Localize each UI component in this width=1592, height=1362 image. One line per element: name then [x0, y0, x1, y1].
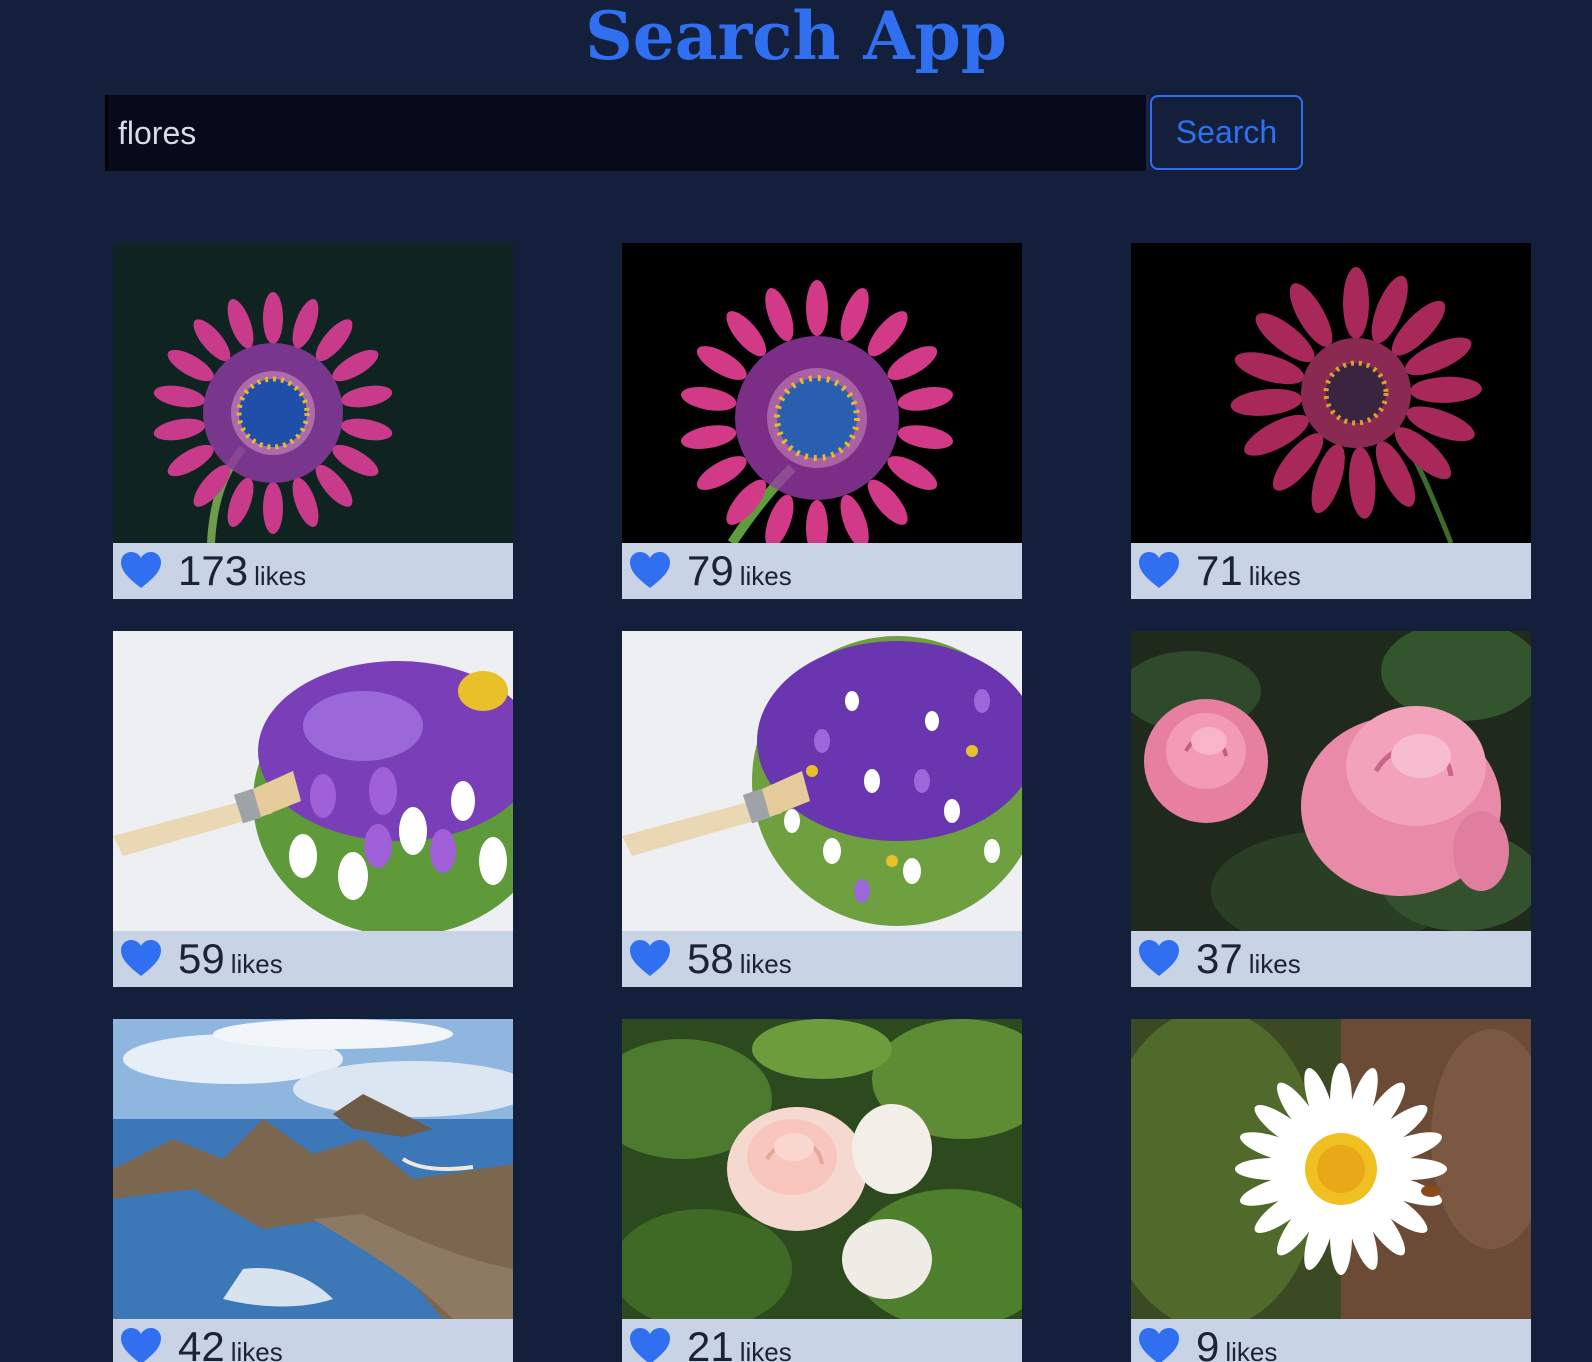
- result-card[interactable]: 71 likes: [1131, 243, 1531, 599]
- like-count: 58 likes: [687, 935, 792, 987]
- likes-label: likes: [254, 561, 307, 591]
- heart-icon[interactable]: [629, 1327, 671, 1362]
- likes-label: likes: [1225, 1337, 1278, 1362]
- result-photo[interactable]: [113, 1019, 513, 1319]
- likes-bar: 37 likes: [1131, 931, 1531, 987]
- result-card[interactable]: 173 likes: [113, 243, 513, 599]
- result-photo[interactable]: [1131, 631, 1531, 931]
- result-card[interactable]: 37 likes: [1131, 631, 1531, 987]
- painting-photo-icon: [622, 631, 1022, 931]
- like-count: 42 likes: [178, 1323, 283, 1362]
- likes-label: likes: [739, 1337, 792, 1362]
- heart-icon[interactable]: [120, 1327, 162, 1362]
- result-card[interactable]: 21 likes: [622, 1019, 1022, 1362]
- result-photo[interactable]: [622, 631, 1022, 931]
- flower-photo-icon: [622, 243, 1022, 543]
- like-count: 59 likes: [178, 935, 283, 987]
- likes-label: likes: [739, 561, 792, 591]
- likes-label: likes: [1248, 561, 1301, 591]
- likes-bar: 42 likes: [113, 1319, 513, 1362]
- likes-label: likes: [739, 949, 792, 979]
- result-card[interactable]: 79 likes: [622, 243, 1022, 599]
- like-count: 79 likes: [687, 547, 792, 599]
- result-photo[interactable]: [113, 243, 513, 543]
- like-count: 21 likes: [687, 1323, 792, 1362]
- likes-number: 173: [178, 547, 249, 594]
- likes-number: 21: [687, 1323, 734, 1362]
- page-title: Search App: [585, 0, 1007, 75]
- rose-photo-icon: [622, 1019, 1022, 1319]
- result-photo[interactable]: [113, 631, 513, 931]
- like-count: 173 likes: [178, 547, 306, 599]
- result-card[interactable]: 42 likes: [113, 1019, 513, 1362]
- search-app: Search App Search: [0, 0, 1592, 1362]
- likes-number: 79: [687, 547, 734, 594]
- likes-bar: 59 likes: [113, 931, 513, 987]
- heart-icon[interactable]: [1138, 551, 1180, 589]
- likes-number: 71: [1196, 547, 1243, 594]
- heart-icon[interactable]: [1138, 1327, 1180, 1362]
- flower-photo-icon: [113, 243, 513, 543]
- likes-bar: 58 likes: [622, 931, 1022, 987]
- result-card[interactable]: 9 likes: [1131, 1019, 1531, 1362]
- likes-number: 58: [687, 935, 734, 982]
- likes-bar: 79 likes: [622, 543, 1022, 599]
- heart-icon[interactable]: [120, 551, 162, 589]
- likes-number: 37: [1196, 935, 1243, 982]
- likes-label: likes: [230, 1337, 283, 1362]
- likes-bar: 71 likes: [1131, 543, 1531, 599]
- heart-icon[interactable]: [629, 939, 671, 977]
- likes-bar: 21 likes: [622, 1319, 1022, 1362]
- result-card[interactable]: 59 likes: [113, 631, 513, 987]
- painting-photo-icon: [113, 631, 513, 931]
- likes-bar: 173 likes: [113, 543, 513, 599]
- result-photo[interactable]: [622, 243, 1022, 543]
- daisy-photo-icon: [1131, 1019, 1531, 1319]
- likes-label: likes: [1248, 949, 1301, 979]
- heart-icon[interactable]: [629, 551, 671, 589]
- result-photo[interactable]: [1131, 1019, 1531, 1319]
- likes-bar: 9 likes: [1131, 1319, 1531, 1362]
- likes-number: 59: [178, 935, 225, 982]
- result-card[interactable]: 58 likes: [622, 631, 1022, 987]
- like-count: 9 likes: [1196, 1323, 1277, 1362]
- result-photo[interactable]: [622, 1019, 1022, 1319]
- likes-label: likes: [230, 949, 283, 979]
- search-bar: Search: [105, 95, 1303, 171]
- landscape-photo-icon: [113, 1019, 513, 1319]
- likes-number: 9: [1196, 1323, 1220, 1362]
- rose-photo-icon: [1131, 631, 1531, 931]
- heart-icon[interactable]: [120, 939, 162, 977]
- like-count: 71 likes: [1196, 547, 1301, 599]
- heart-icon[interactable]: [1138, 939, 1180, 977]
- flower-photo-icon: [1131, 243, 1531, 543]
- like-count: 37 likes: [1196, 935, 1301, 987]
- search-button[interactable]: Search: [1150, 95, 1303, 170]
- search-input[interactable]: [105, 95, 1149, 171]
- result-photo[interactable]: [1131, 243, 1531, 543]
- likes-number: 42: [178, 1323, 225, 1362]
